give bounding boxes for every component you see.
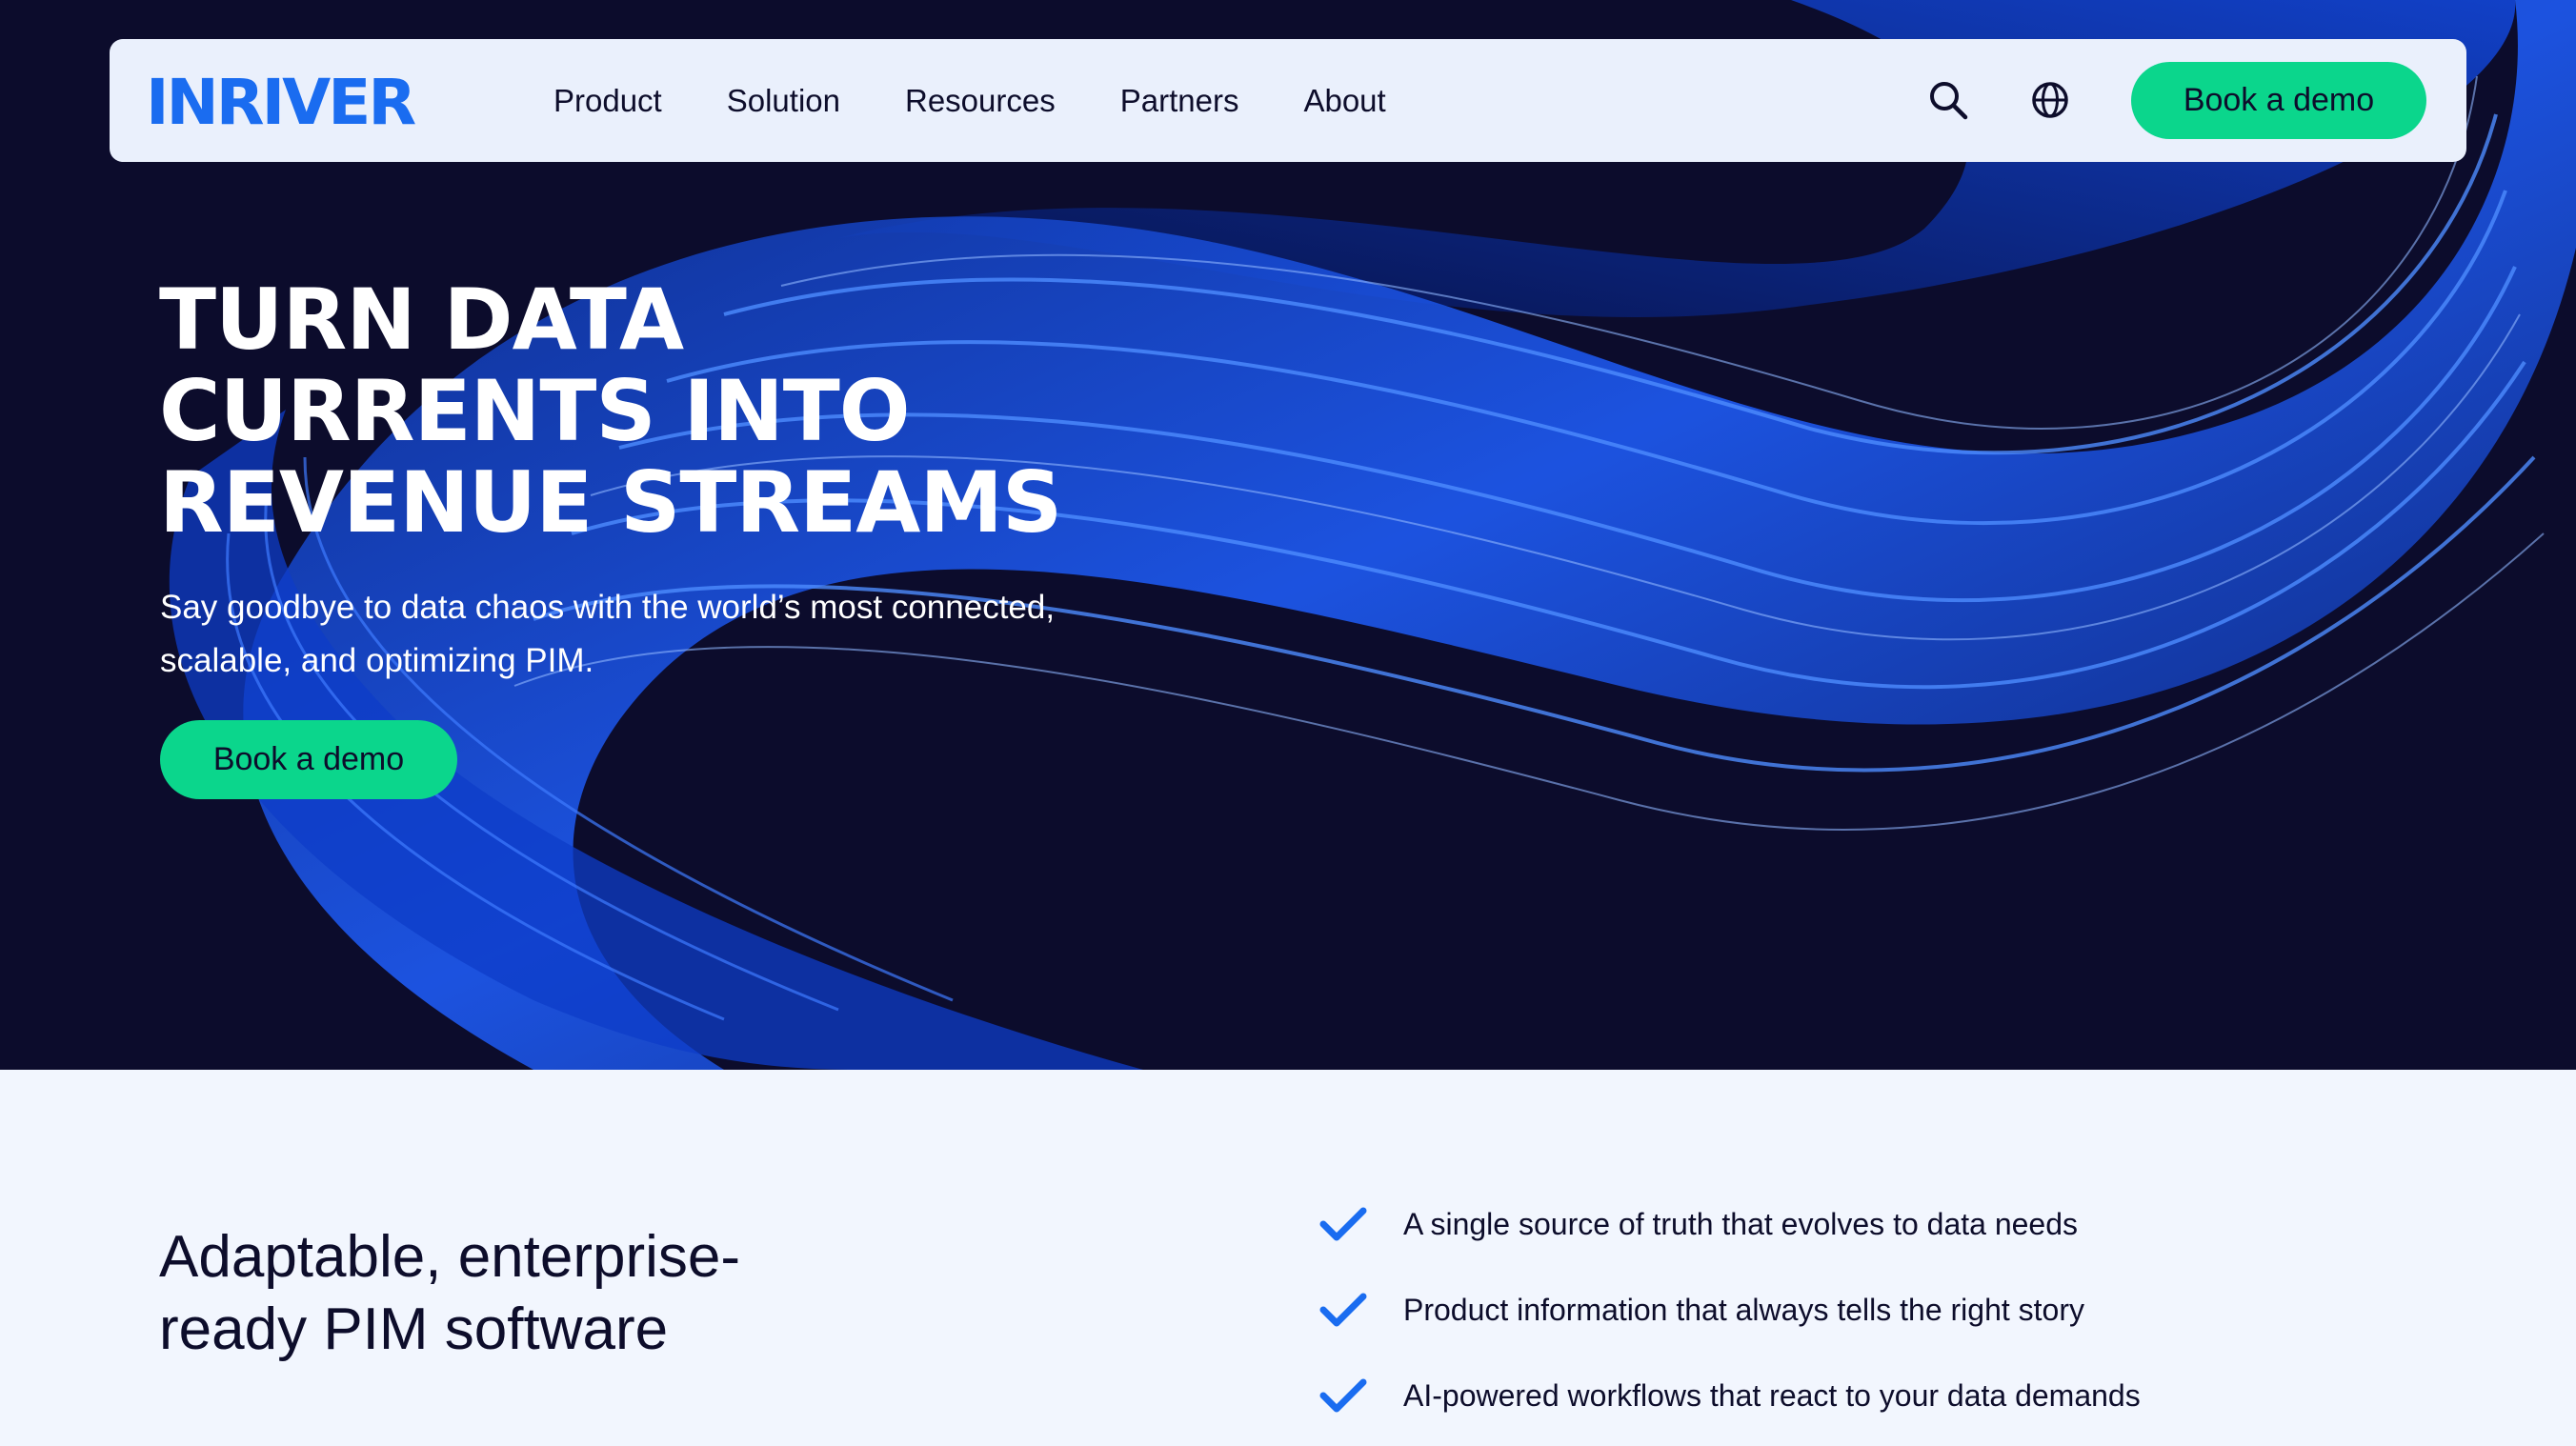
nav-book-demo-button[interactable]: Book a demo xyxy=(2131,62,2426,139)
nav-link-solution[interactable]: Solution xyxy=(727,83,840,119)
list-item: AI-powered workflows that react to your … xyxy=(1319,1353,2141,1438)
feature-text: Product information that always tells th… xyxy=(1403,1292,2084,1327)
page: INRIVER Product Solution Resources Partn… xyxy=(0,0,2576,1446)
feature-checklist: A single source of truth that evolves to… xyxy=(1319,1181,2141,1438)
globe-icon[interactable] xyxy=(2029,79,2071,121)
hero-book-demo-button[interactable]: Book a demo xyxy=(160,720,457,799)
feature-text: AI-powered workflows that react to your … xyxy=(1403,1377,2141,1413)
checkmark-icon xyxy=(1319,1378,1367,1413)
feature-text: A single source of truth that evolves to… xyxy=(1403,1206,2078,1241)
features-title: Adaptable, enterprise-ready PIM software xyxy=(159,1224,741,1362)
nav-link-about[interactable]: About xyxy=(1303,83,1385,119)
nav-links: Product Solution Resources Partners Abou… xyxy=(553,39,1451,162)
search-icon[interactable] xyxy=(1927,79,1969,121)
nav-link-resources[interactable]: Resources xyxy=(905,83,1056,119)
list-item: Product information that always tells th… xyxy=(1319,1267,2141,1353)
hero-section: INRIVER Product Solution Resources Partn… xyxy=(0,0,2576,1070)
nav-link-product[interactable]: Product xyxy=(553,83,662,119)
hero-subtitle: Say goodbye to data chaos with the world… xyxy=(160,589,1056,679)
list-item: A single source of truth that evolves to… xyxy=(1319,1181,2141,1267)
top-navbar: INRIVER Product Solution Resources Partn… xyxy=(110,39,2466,162)
hero-title: TURN DATA CURRENTS INTO REVENUE STREAMS xyxy=(159,271,1062,552)
svg-text:INRIVER: INRIVER xyxy=(146,70,415,130)
inriver-logo[interactable]: INRIVER xyxy=(146,70,463,130)
checkmark-icon xyxy=(1319,1293,1367,1327)
nav-link-partners[interactable]: Partners xyxy=(1120,83,1239,119)
checkmark-icon xyxy=(1319,1207,1367,1241)
